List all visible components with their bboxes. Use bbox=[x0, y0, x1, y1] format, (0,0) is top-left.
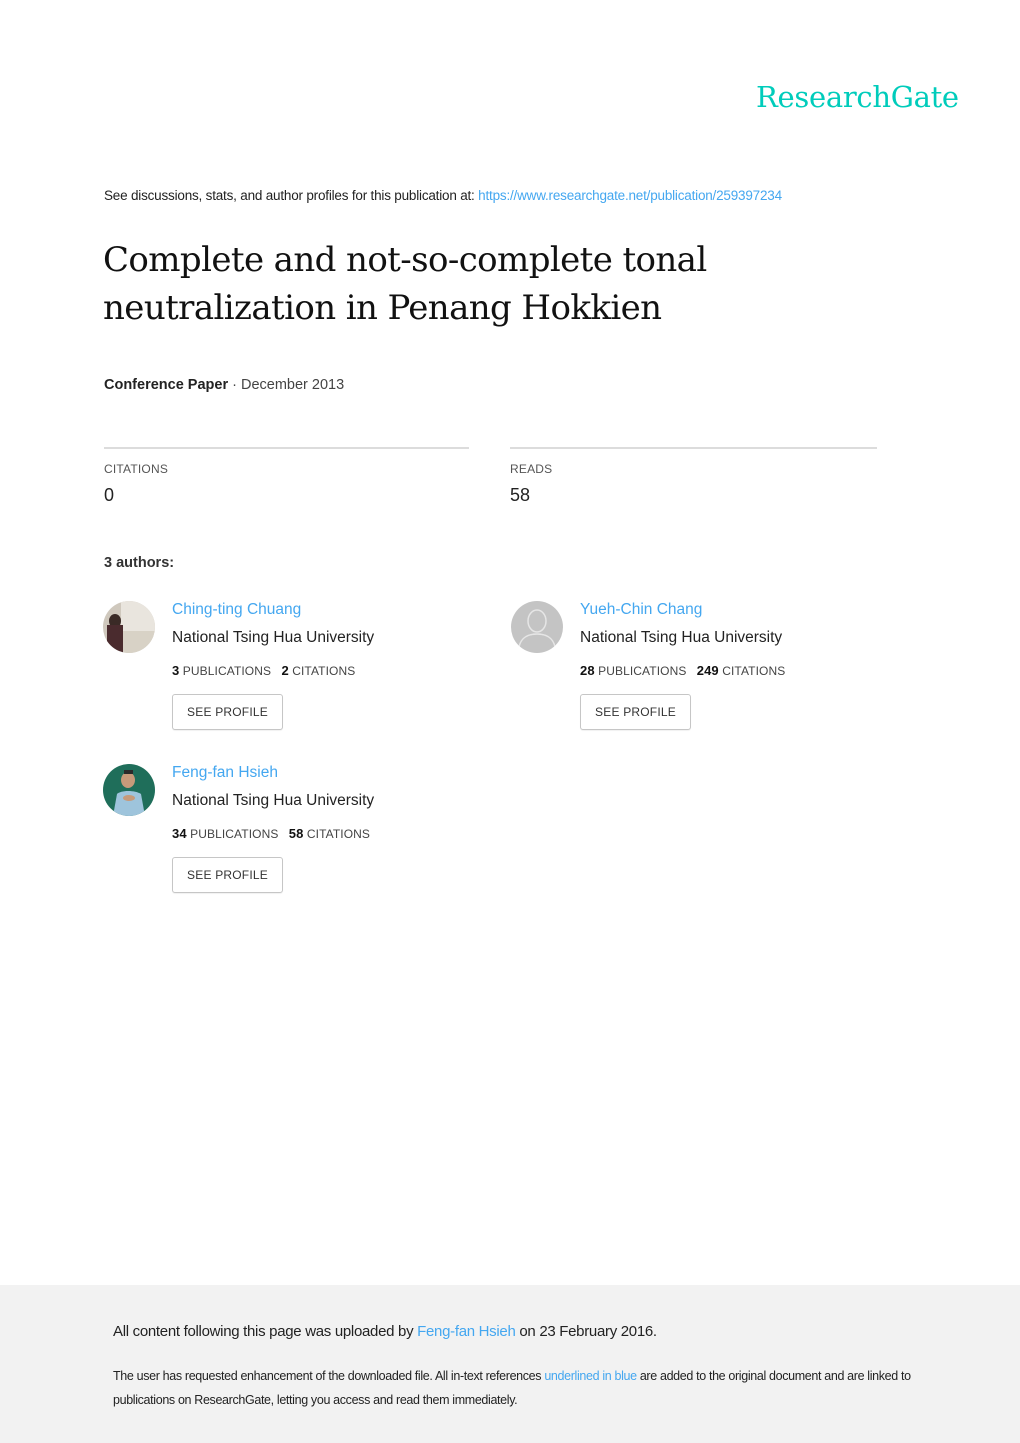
author-citations-count: 58 bbox=[288, 826, 304, 841]
note-prefix: The user has requested enhancement of th… bbox=[113, 1369, 545, 1383]
author-publications-count: 34 bbox=[172, 826, 187, 841]
author-avatar[interactable] bbox=[511, 601, 563, 653]
author-citations-label: CITATIONS bbox=[306, 827, 370, 841]
default-user-icon bbox=[511, 601, 563, 653]
citations-value: 0 bbox=[104, 485, 115, 505]
upload-notice: All content following this page was uplo… bbox=[113, 1323, 657, 1340]
see-profile-button[interactable]: SEE PROFILE bbox=[580, 694, 691, 730]
author-institution: National Tsing Hua University bbox=[172, 792, 375, 809]
author-publications-label: PUBLICATIONS bbox=[182, 664, 272, 678]
author-card: Feng-fan Hsieh National Tsing Hua Univer… bbox=[103, 764, 483, 904]
upload-prefix: All content following this page was uplo… bbox=[113, 1323, 418, 1340]
publication-meta: Conference Paper · December 2013 bbox=[104, 377, 344, 393]
discussion-text: See discussions, stats, and author profi… bbox=[104, 188, 479, 203]
author-stats: 3 PUBLICATIONS 2 CITATIONS bbox=[172, 663, 355, 678]
authors-heading: 3 authors: bbox=[104, 555, 175, 571]
author-name-link[interactable]: Ching-ting Chuang bbox=[172, 601, 301, 619]
publication-url-link[interactable]: https://www.researchgate.net/publication… bbox=[478, 188, 782, 203]
author-avatar[interactable] bbox=[103, 764, 155, 816]
author-stats: 34 PUBLICATIONS 58 CITATIONS bbox=[172, 826, 370, 841]
see-profile-button[interactable]: SEE PROFILE bbox=[172, 694, 283, 730]
citations-divider bbox=[104, 447, 469, 449]
author-institution: National Tsing Hua University bbox=[172, 629, 375, 646]
author-citations-label: CITATIONS bbox=[292, 664, 356, 678]
meta-separator: · bbox=[228, 377, 241, 393]
author-avatar[interactable] bbox=[103, 601, 155, 653]
reads-divider bbox=[510, 447, 877, 449]
author-photo-icon bbox=[103, 764, 155, 816]
underlined-in-blue-text: underlined in blue bbox=[544, 1369, 637, 1383]
author-publications-label: PUBLICATIONS bbox=[190, 827, 279, 841]
author-citations-label: CITATIONS bbox=[722, 664, 786, 678]
reads-label: READS bbox=[510, 462, 553, 476]
author-citations-count: 2 bbox=[281, 663, 289, 678]
author-photo-icon bbox=[103, 601, 155, 653]
author-stats: 28 PUBLICATIONS 249 CITATIONS bbox=[580, 663, 785, 678]
author-name-link[interactable]: Yueh-Chin Chang bbox=[580, 601, 702, 619]
upload-suffix: on 23 February 2016. bbox=[515, 1323, 657, 1340]
publication-date: December 2013 bbox=[241, 377, 345, 393]
researchgate-logo[interactable]: ResearchGate bbox=[756, 80, 959, 114]
enhancement-note: The user has requested enhancement of th… bbox=[113, 1364, 923, 1412]
publication-title: Complete and not-so-complete tonal neutr… bbox=[103, 240, 707, 328]
reads-value: 58 bbox=[510, 485, 531, 505]
author-publications-count: 28 bbox=[580, 663, 595, 678]
citations-label: CITATIONS bbox=[104, 462, 169, 476]
publication-type: Conference Paper bbox=[104, 377, 229, 393]
author-citations-count: 249 bbox=[696, 663, 719, 678]
author-card: Yueh-Chin Chang National Tsing Hua Unive… bbox=[511, 601, 891, 741]
author-publications-label: PUBLICATIONS bbox=[598, 664, 687, 678]
author-card: Ching-ting Chuang National Tsing Hua Uni… bbox=[103, 601, 483, 741]
discussion-line: See discussions, stats, and author profi… bbox=[104, 188, 782, 203]
author-institution: National Tsing Hua University bbox=[580, 629, 783, 646]
see-profile-button[interactable]: SEE PROFILE bbox=[172, 857, 283, 893]
author-name-link[interactable]: Feng-fan Hsieh bbox=[172, 764, 278, 782]
uploader-link[interactable]: Feng-fan Hsieh bbox=[417, 1323, 516, 1340]
author-publications-count: 3 bbox=[172, 663, 180, 678]
